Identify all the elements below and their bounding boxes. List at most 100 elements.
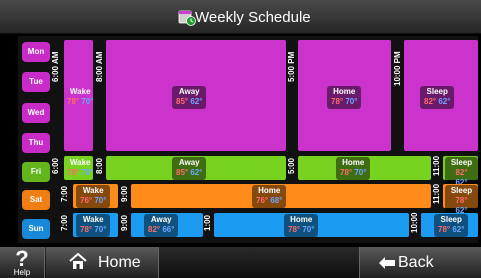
weekday-schedule-row: 6:00 AM 8:00 AM 5:00 PM 10:00 PM Wake 78°… bbox=[51, 40, 478, 151]
heat-setpoint: 82° bbox=[424, 97, 437, 106]
heat-setpoint: 78° bbox=[288, 225, 301, 234]
weekday-away-time: 8:00 AM bbox=[95, 51, 104, 82]
question-icon: ? bbox=[15, 246, 29, 271]
saturday-home-label: Home 76° 68° bbox=[252, 185, 287, 208]
heat-setpoint: 78° bbox=[80, 225, 93, 234]
cool-setpoint: 70° bbox=[345, 97, 358, 106]
day-label: Mon bbox=[27, 47, 45, 56]
friday-away-label: Away 85° 62° bbox=[172, 157, 207, 180]
setpoint-name: Home bbox=[342, 158, 365, 167]
heat-setpoint: 78° bbox=[438, 225, 451, 234]
heat-setpoint: 82° bbox=[455, 168, 468, 177]
setpoint-name: Sleep bbox=[450, 158, 473, 167]
saturday-wake-time: 7:00 bbox=[60, 185, 69, 202]
day-label: Wed bbox=[27, 108, 45, 117]
cool-setpoint: 70° bbox=[81, 97, 94, 106]
weekday-sleep-time: 10:00 PM bbox=[393, 51, 402, 86]
friday-home-label: Home 78° 70° bbox=[336, 157, 371, 180]
back-arrow-icon bbox=[379, 257, 395, 269]
day-tue[interactable]: Tue bbox=[22, 72, 50, 92]
heat-setpoint: 78° bbox=[67, 168, 80, 177]
cool-setpoint: 62° bbox=[452, 225, 465, 234]
sunday-away-time: 9:00 bbox=[120, 214, 129, 231]
heat-setpoint: 85° bbox=[176, 97, 189, 106]
day-label: Sun bbox=[28, 224, 44, 233]
day-thu[interactable]: Thu bbox=[22, 133, 50, 153]
weekday-home-time: 5:00 PM bbox=[287, 51, 296, 82]
friday-wake-label: Wake 78° 70° bbox=[63, 157, 97, 180]
home-icon bbox=[69, 253, 87, 269]
friday-home-time: 5:00 bbox=[287, 157, 296, 174]
friday-schedule-row: 6:00 8:00 5:00 11:00 Wake 78° 70° Away 85°… bbox=[51, 155, 478, 190]
day-label: Tue bbox=[29, 77, 43, 86]
sunday-wake-label: Wake 78° 70° bbox=[76, 214, 111, 237]
cool-setpoint: 70° bbox=[94, 225, 107, 234]
heat-setpoint: 78° bbox=[331, 97, 344, 106]
cool-setpoint: 70° bbox=[354, 168, 367, 177]
sunday-sleep-time: 10:00 bbox=[410, 212, 419, 233]
saturday-home-time: 9:00 bbox=[120, 185, 129, 202]
setpoint-name: Wake bbox=[69, 87, 91, 96]
day-mon[interactable]: Mon bbox=[22, 42, 50, 62]
friday-wake-time: 6:00 bbox=[51, 157, 60, 174]
sunday-home-label: Home 78° 70° bbox=[284, 214, 319, 237]
cool-setpoint: 70° bbox=[81, 168, 94, 177]
weekday-wake-label: Wake 78° 70° bbox=[63, 86, 97, 109]
setpoint-name: Home bbox=[333, 87, 356, 96]
heat-setpoint: 85° bbox=[176, 168, 189, 177]
setpoint-name: Sleep bbox=[450, 186, 473, 195]
heat-setpoint: 76° bbox=[256, 196, 269, 205]
home-label: Home bbox=[98, 254, 141, 271]
sunday-away-label: Away 82° 66° bbox=[144, 214, 179, 237]
heat-setpoint: 78° bbox=[340, 168, 353, 177]
day-label: Thu bbox=[28, 138, 44, 147]
home-button[interactable]: Home bbox=[46, 247, 159, 278]
sunday-wake-time: 7:00 bbox=[60, 214, 69, 231]
page-title: Weekly Schedule bbox=[195, 9, 311, 26]
heat-setpoint: 82° bbox=[148, 225, 161, 234]
setpoint-name: Home bbox=[290, 215, 313, 224]
weekday-home-label: Home 78° 70° bbox=[327, 86, 362, 109]
setpoint-name: Sleep bbox=[426, 87, 448, 96]
day-wed[interactable]: Wed bbox=[22, 103, 50, 123]
day-fri[interactable]: Fri bbox=[22, 162, 50, 182]
heat-setpoint: 78° bbox=[455, 196, 468, 205]
cool-setpoint: 68° bbox=[270, 196, 283, 205]
saturday-sleep-time: 11:00 bbox=[432, 183, 441, 204]
saturday-wake-label: Wake 76° 70° bbox=[76, 185, 111, 208]
cool-setpoint: 70° bbox=[94, 196, 107, 205]
setpoint-name: Wake bbox=[82, 215, 104, 224]
cool-setpoint: 62° bbox=[438, 97, 451, 106]
day-sun[interactable]: Sun bbox=[22, 219, 50, 239]
setpoint-name: Sleep bbox=[440, 215, 462, 224]
help-button[interactable]: ? Help bbox=[0, 247, 45, 278]
setpoint-name: Wake bbox=[82, 186, 104, 195]
setpoint-name: Away bbox=[178, 87, 200, 96]
help-label: Help bbox=[13, 268, 31, 277]
weekday-wake-time: 6:00 AM bbox=[51, 51, 60, 82]
setpoint-name: Home bbox=[258, 186, 281, 195]
calendar-clock-icon bbox=[178, 10, 196, 26]
sunday-home-time: 1:00 bbox=[203, 214, 212, 231]
heat-setpoint: 76° bbox=[80, 196, 93, 205]
sunday-schedule-row: 7:00 9:00 1:00 10:00 Wake 78° 70° Away 82°… bbox=[56, 213, 478, 237]
sunday-sleep-label: Sleep 78° 62° bbox=[434, 214, 469, 237]
heat-setpoint: 78° bbox=[67, 97, 80, 106]
weekday-away-label: Away 85° 62° bbox=[172, 86, 207, 109]
cool-setpoint: 66° bbox=[162, 225, 175, 234]
header-bar: Weekly Schedule bbox=[0, 0, 481, 34]
back-button[interactable]: Back bbox=[359, 247, 481, 278]
friday-sleep-time: 11:00 bbox=[432, 155, 441, 176]
cool-setpoint: 62° bbox=[190, 97, 203, 106]
cool-setpoint: 62° bbox=[190, 168, 203, 177]
setpoint-name: Away bbox=[150, 215, 172, 224]
setpoint-name: Wake bbox=[69, 158, 91, 167]
thermostat-screen: Weekly Schedule Mon Tue Wed Thu Fri Sat … bbox=[0, 0, 481, 278]
back-label: Back bbox=[398, 254, 434, 271]
cool-setpoint: 70° bbox=[302, 225, 315, 234]
day-label: Sat bbox=[29, 195, 43, 204]
day-label: Fri bbox=[30, 167, 42, 176]
weekday-sleep-label: Sleep 82° 62° bbox=[420, 86, 455, 109]
saturday-schedule-row: 7:00 9:00 11:00 Wake 76° 70° Home 76° 68° … bbox=[56, 183, 478, 218]
day-sat[interactable]: Sat bbox=[22, 190, 50, 210]
